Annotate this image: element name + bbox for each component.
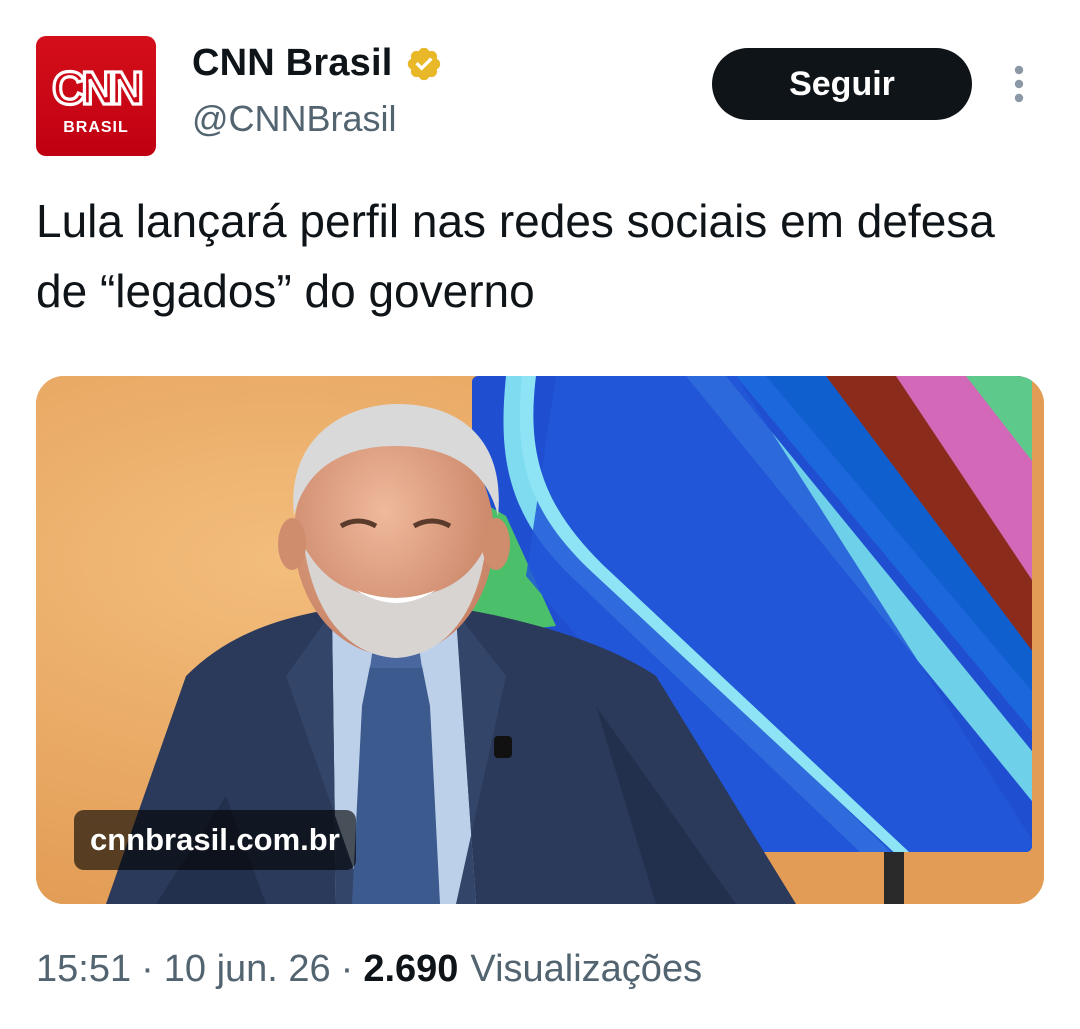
author-name-row: CNN Brasil [192,42,443,85]
verified-badge-icon[interactable] [405,45,443,83]
link-domain-label: cnnbrasil.com.br [74,810,356,870]
meta-separator: · [340,948,354,990]
meta-separator: · [141,948,154,990]
follow-button[interactable]: Seguir [712,48,972,120]
tweet-date[interactable]: 10 jun. 26 [164,948,331,991]
author-display-name[interactable]: CNN Brasil [192,42,393,85]
avatar-logo-text: CNN [52,62,141,114]
more-vertical-icon[interactable] [1004,62,1034,106]
author-handle[interactable]: @CNNBrasil [192,98,397,140]
tweet-text: Lula lançará perfil nas redes sociais em… [36,195,995,317]
tweet-time[interactable]: 15:51 [36,948,131,991]
views-count: 2.690 [363,948,459,990]
link-preview-card[interactable]: cnnbrasil.com.br [36,376,1044,904]
avatar-sub-text: BRASIL [63,119,129,136]
author-avatar[interactable]: CNN BRASIL [36,36,156,156]
tweet-meta: 15:51 · 10 jun. 26 · 2.690 Visualizações [36,948,702,991]
cnn-brasil-logo-icon: CNN BRASIL [51,60,148,136]
views-label: Visualizações [470,948,703,990]
